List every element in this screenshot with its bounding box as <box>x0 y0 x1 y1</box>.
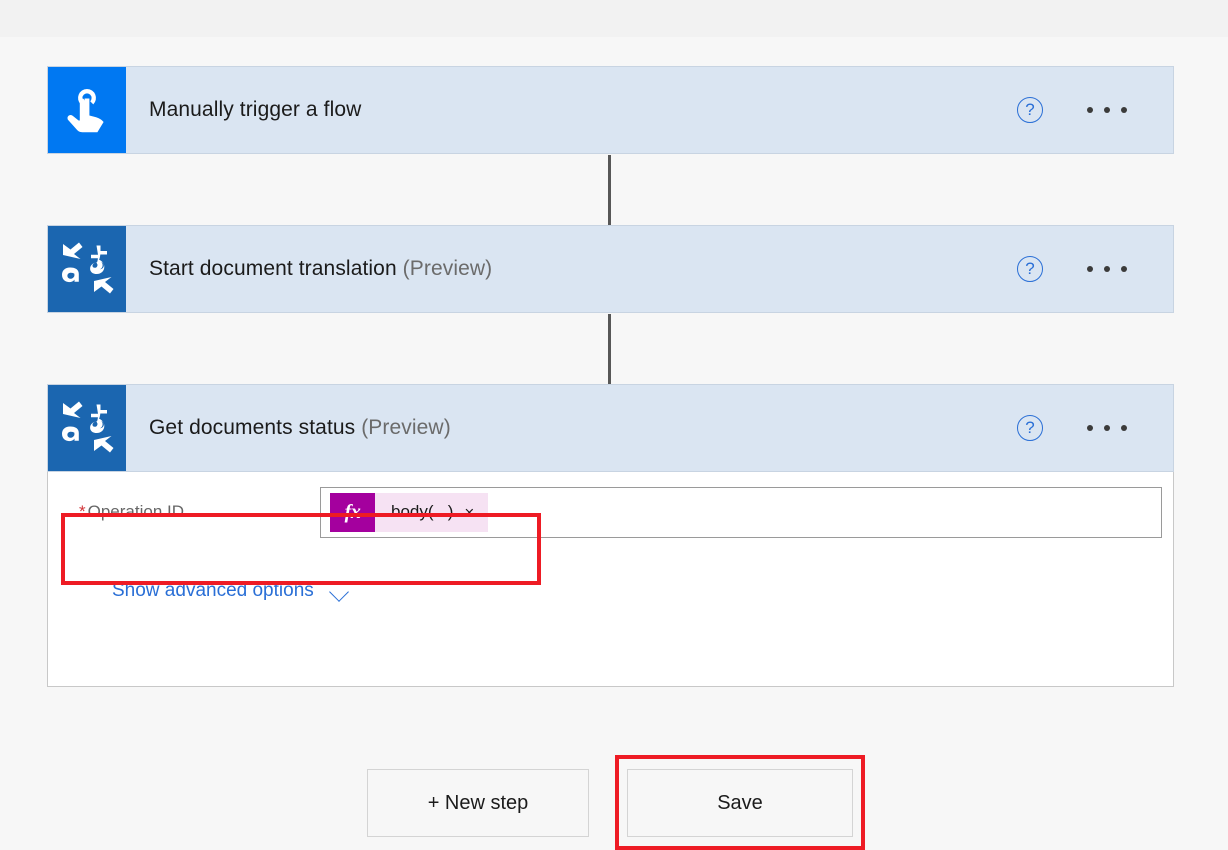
flow-step-card-manual-trigger[interactable]: Manually trigger a flow ? <box>47 66 1174 154</box>
card-title-text: Start document translation <box>149 257 397 280</box>
required-asterisk: * <box>79 502 86 521</box>
flow-connector-1 <box>602 155 618 235</box>
help-icon[interactable]: ? <box>1017 415 1043 441</box>
token-label: body(...) <box>375 502 464 522</box>
card-title-text: Manually trigger a flow <box>149 98 361 121</box>
operation-id-label-text: Operation ID <box>88 502 184 521</box>
card-title-text: Get documents status <box>149 416 355 439</box>
card-actions: ? <box>1017 415 1173 441</box>
ellipsis-icon[interactable] <box>1087 425 1127 431</box>
help-icon[interactable]: ? <box>1017 97 1043 123</box>
ellipsis-icon[interactable] <box>1087 266 1127 272</box>
dynamic-content-token[interactable]: fx body(...) × <box>330 493 488 532</box>
show-advanced-options-link[interactable]: Show advanced options <box>112 580 352 602</box>
new-step-button[interactable]: + New step <box>367 769 589 837</box>
operation-id-field-row: *Operation ID fx body(...) × <box>62 482 1162 542</box>
chevron-down-icon <box>330 585 352 597</box>
card-header[interactable]: Manually trigger a flow ? <box>47 66 1174 154</box>
flow-step-card-get-documents-status[interactable]: Get documents status (Preview) ? *Operat… <box>47 384 1174 687</box>
card-header[interactable]: Start document translation (Preview) ? <box>47 225 1174 313</box>
flow-designer-canvas: Manually trigger a flow ? <box>0 37 1228 837</box>
card-actions: ? <box>1017 256 1173 282</box>
operation-id-input[interactable]: fx body(...) × <box>320 487 1162 538</box>
card-title: Start document translation (Preview) <box>126 257 1017 281</box>
operation-id-label: *Operation ID <box>62 502 320 522</box>
translator-icon <box>48 226 126 312</box>
card-header[interactable]: Get documents status (Preview) ? <box>47 384 1174 472</box>
help-icon[interactable]: ? <box>1017 256 1043 282</box>
fx-expression-icon: fx <box>330 493 375 532</box>
ellipsis-icon[interactable] <box>1087 107 1127 113</box>
tap-hand-icon <box>48 67 126 153</box>
card-title: Manually trigger a flow <box>126 98 1017 122</box>
save-button[interactable]: Save <box>627 769 853 837</box>
card-title: Get documents status (Preview) <box>126 416 1017 440</box>
show-advanced-options-label: Show advanced options <box>112 580 314 602</box>
close-icon[interactable]: × <box>464 504 488 521</box>
card-actions: ? <box>1017 97 1173 123</box>
translator-icon <box>48 385 126 471</box>
card-body-get-documents-status: *Operation ID fx body(...) × Show advanc… <box>47 472 1174 687</box>
card-preview-tag: (Preview) <box>403 257 493 280</box>
flow-connector-2 <box>602 314 618 394</box>
card-preview-tag: (Preview) <box>361 416 451 439</box>
top-strip <box>0 0 1228 37</box>
flow-step-card-start-document-translation[interactable]: Start document translation (Preview) ? <box>47 225 1174 313</box>
